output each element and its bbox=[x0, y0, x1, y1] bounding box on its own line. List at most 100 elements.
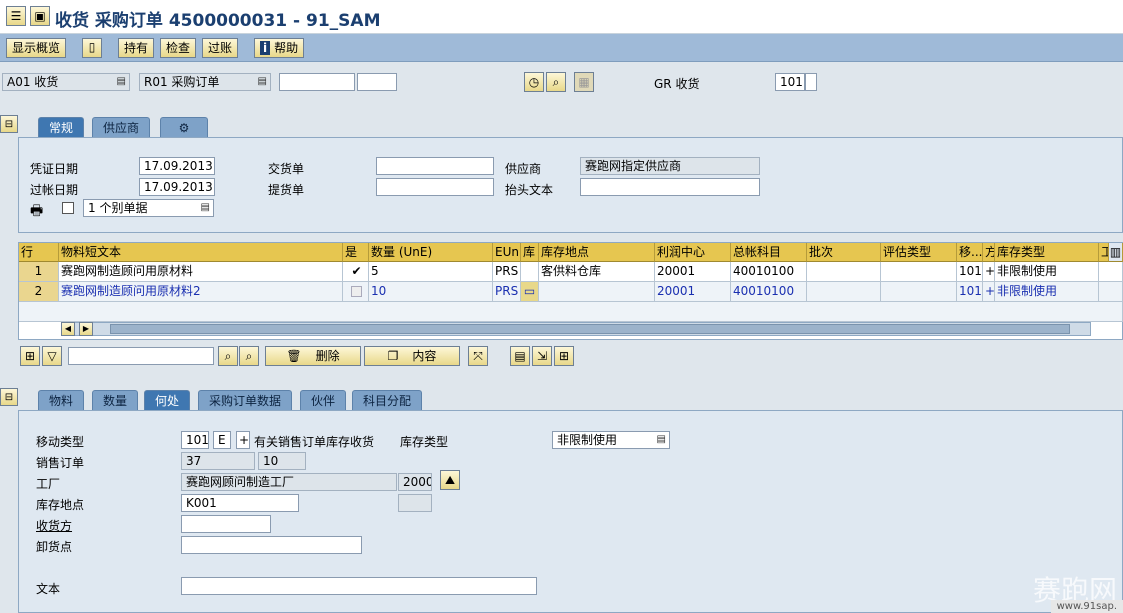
help-button[interactable]: i 帮助 bbox=[254, 38, 305, 58]
unloading-point-field[interactable] bbox=[181, 536, 362, 554]
reference-number-field[interactable] bbox=[279, 73, 355, 91]
storage-location-label: 库存地点 bbox=[36, 498, 85, 512]
tab-partner[interactable]: 伙伴 bbox=[300, 390, 347, 410]
stock-type-cell[interactable]: 非限制使用 bbox=[995, 262, 1099, 282]
plant-address-icon[interactable]: ⛰ bbox=[440, 470, 460, 490]
col-header[interactable]: 移... bbox=[957, 243, 983, 262]
folder-icon[interactable]: ▤ bbox=[510, 346, 530, 366]
quantity-cell[interactable]: 10 bbox=[369, 282, 493, 302]
col-header[interactable]: EUn bbox=[493, 243, 521, 262]
col-header[interactable]: 库存地点 bbox=[539, 243, 655, 262]
printer-icon[interactable]: 🖶 bbox=[30, 200, 43, 224]
col-header[interactable]: 方 bbox=[983, 243, 995, 262]
execute-icon[interactable]: ◷ bbox=[524, 72, 544, 92]
tab-more-icon[interactable]: ⚙ bbox=[160, 117, 208, 137]
tab-where[interactable]: 何处 bbox=[144, 390, 191, 410]
row-number[interactable]: 1 bbox=[19, 262, 59, 282]
col-header[interactable]: 是 bbox=[343, 243, 369, 262]
movement-type-field[interactable]: 101 bbox=[181, 431, 209, 449]
ok-checkbox[interactable] bbox=[343, 282, 369, 302]
table-settings-icon[interactable]: ▥ bbox=[1109, 243, 1123, 262]
row-number[interactable]: 2 bbox=[19, 282, 59, 302]
text-field[interactable] bbox=[181, 577, 537, 595]
reference-item-field[interactable] bbox=[357, 73, 397, 91]
col-header[interactable]: 利润中心 bbox=[655, 243, 731, 262]
filter-icon[interactable]: ▽ bbox=[42, 346, 62, 366]
new-document-icon[interactable]: ▯ bbox=[82, 38, 102, 58]
save-icon[interactable]: ▣ bbox=[30, 6, 50, 26]
header-text-label: 抬头文本 bbox=[505, 183, 554, 197]
select-all-icon[interactable]: ⊞ bbox=[20, 346, 40, 366]
posting-date-field[interactable]: 17.09.2013 bbox=[139, 178, 215, 196]
find-next-icon[interactable]: ⌕ bbox=[239, 346, 259, 366]
export-icon[interactable]: ⇲ bbox=[532, 346, 552, 366]
sloc-code-cell[interactable] bbox=[521, 262, 539, 282]
col-header[interactable]: 物料短文本 bbox=[59, 243, 343, 262]
search-input[interactable] bbox=[68, 347, 214, 365]
info-icon: i bbox=[260, 41, 271, 55]
expand-icon[interactable]: ⤧ bbox=[468, 346, 488, 366]
tab-account-assignment[interactable]: 科目分配 bbox=[352, 390, 423, 410]
search-icon[interactable]: ⌕ bbox=[546, 72, 566, 92]
sloc-cell[interactable]: 客供料仓库 bbox=[539, 262, 655, 282]
movement-type-extra[interactable] bbox=[805, 73, 817, 91]
document-date-field[interactable]: 17.09.2013 bbox=[139, 157, 215, 175]
collapse-detail-icon[interactable]: ⊟ bbox=[0, 388, 18, 406]
scroll-left-icon[interactable]: ◀ bbox=[61, 322, 75, 336]
stock-type-select[interactable]: 非限制使用 bbox=[552, 431, 670, 449]
col-header[interactable]: 数量 (UnE) bbox=[369, 243, 493, 262]
stock-type-cell[interactable]: 非限制使用 bbox=[995, 282, 1099, 302]
ok-checkbox[interactable]: ✔ bbox=[343, 262, 369, 282]
print-checkbox[interactable] bbox=[62, 202, 74, 214]
movement-type-label: 移动类型 bbox=[36, 435, 85, 449]
collapse-header-icon[interactable]: ⊟ bbox=[0, 115, 18, 133]
check-button[interactable]: 检查 bbox=[160, 38, 197, 58]
copy-icon: ❐ bbox=[387, 349, 399, 363]
tab-material[interactable]: 物料 bbox=[38, 390, 85, 410]
show-overview-button[interactable]: 显示概览 bbox=[6, 38, 67, 58]
layout-icon[interactable]: ⊞ bbox=[554, 346, 574, 366]
col-header[interactable]: 库存类型 bbox=[995, 243, 1099, 262]
header-text-field[interactable] bbox=[580, 178, 760, 196]
value-help-icon[interactable]: ▭ bbox=[521, 282, 539, 302]
recipient-field[interactable] bbox=[181, 515, 271, 533]
quantity-cell[interactable]: 5 bbox=[369, 262, 493, 282]
batch-cell[interactable] bbox=[807, 282, 881, 302]
content-button[interactable]: ❐ 内容 bbox=[364, 346, 460, 366]
col-header[interactable]: 评估类型 bbox=[881, 243, 957, 262]
tab-quantity[interactable]: 数量 bbox=[92, 390, 139, 410]
scrollbar-thumb[interactable] bbox=[110, 324, 1070, 334]
find-icon[interactable]: ⌕ bbox=[218, 346, 238, 366]
posting-date-label: 过帐日期 bbox=[30, 183, 79, 197]
sloc-cell[interactable] bbox=[539, 282, 655, 302]
col-header[interactable]: 批次 bbox=[807, 243, 881, 262]
reference-select[interactable]: R01 采购订单 bbox=[139, 73, 271, 91]
tab-po-data[interactable]: 采购订单数据 bbox=[198, 390, 293, 410]
help-label: 帮助 bbox=[274, 41, 299, 55]
storage-location-field[interactable]: K001 bbox=[181, 494, 299, 512]
post-button[interactable]: 过账 bbox=[202, 38, 239, 58]
bill-of-lading-field[interactable] bbox=[376, 178, 494, 196]
tab-vendor[interactable]: 供应商 bbox=[92, 117, 151, 137]
delete-button[interactable]: 🗑 删除 bbox=[265, 346, 361, 366]
delivery-note-field[interactable] bbox=[376, 157, 494, 175]
plant-code-field: 2000 bbox=[398, 473, 432, 491]
tab-general[interactable]: 常规 bbox=[38, 117, 85, 137]
col-header[interactable]: 工 bbox=[1099, 243, 1109, 262]
action-select[interactable]: A01 收货 bbox=[2, 73, 130, 91]
col-header[interactable]: 总帐科目 bbox=[731, 243, 807, 262]
menu-icon[interactable]: ☰ bbox=[6, 6, 26, 26]
horizontal-scrollbar[interactable] bbox=[61, 322, 1091, 336]
valuation-type-cell[interactable] bbox=[881, 282, 957, 302]
col-header[interactable]: 库 bbox=[521, 243, 539, 262]
special-stock-field[interactable]: E bbox=[213, 431, 231, 449]
scroll-right-icon[interactable]: ▶ bbox=[79, 322, 93, 336]
sales-order-item-field: 10 bbox=[258, 452, 306, 470]
movement-type-field[interactable]: 101 bbox=[775, 73, 805, 91]
hold-button[interactable]: 持有 bbox=[118, 38, 155, 58]
valuation-type-cell[interactable] bbox=[881, 262, 957, 282]
batch-cell[interactable] bbox=[807, 262, 881, 282]
slip-select[interactable]: 1 个别单据 bbox=[83, 199, 214, 217]
movement-type-cell: 101 bbox=[957, 282, 983, 302]
col-header[interactable]: 行 bbox=[19, 243, 59, 262]
